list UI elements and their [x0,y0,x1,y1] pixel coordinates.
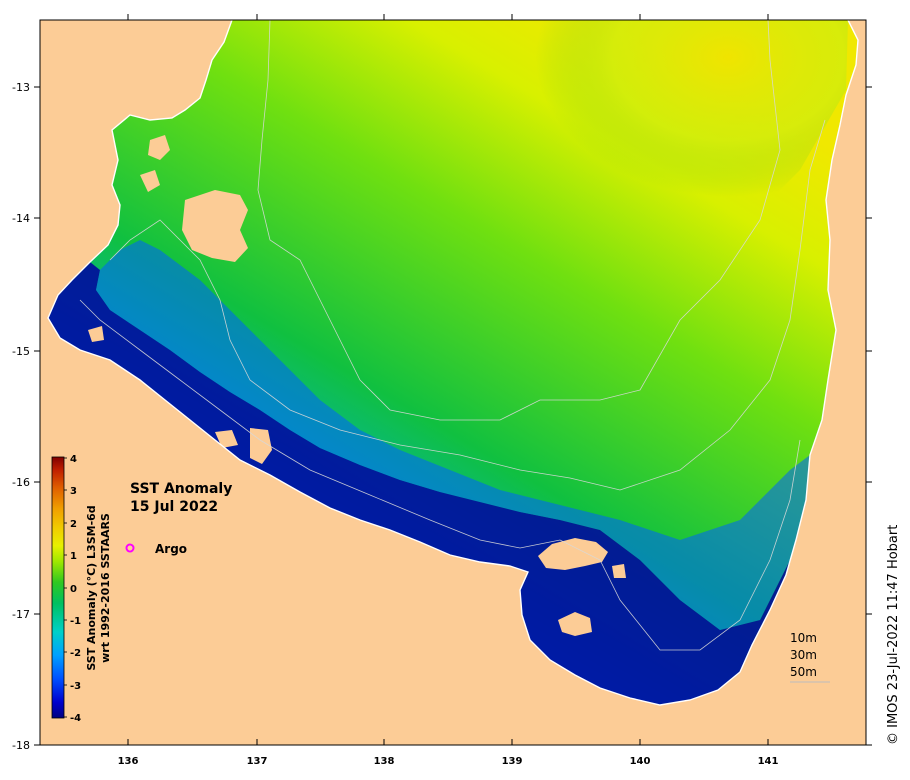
depth-legend-10m: 10m [790,631,817,645]
y-tick-label: -14 [12,212,30,225]
x-tick-label: 139 [502,756,523,767]
colorbar-label: -3 [70,681,81,692]
colorbar-label: 1 [70,551,77,562]
island-bay-2 [612,564,626,578]
y-tick-label: -18 [12,739,30,752]
y-tick-label: -15 [12,345,30,358]
x-tick-label: 136 [118,756,139,767]
x-tick-label: 140 [630,756,651,767]
map-date: 15 Jul 2022 [130,499,218,515]
y-tick-label: -17 [12,608,30,621]
map-title: SST Anomaly [130,481,232,497]
colorbar-label: -4 [70,713,81,724]
x-tick-label: 138 [374,756,395,767]
argo-legend-label: Argo [155,542,187,556]
sst-anomaly-map: 136 137 138 139 140 141 -13 -14 -15 -16 … [12,14,901,767]
colorbar-title-line2: wrt 1992-2016 SSTAARS [99,513,112,663]
credit-text: © IMOS 23-Jul-2022 11:47 Hobart [886,525,901,745]
y-tick-label: -13 [12,81,30,94]
x-tick-label: 141 [758,756,779,767]
colorbar-label: 4 [70,454,77,465]
colorbar-label: 0 [70,584,77,595]
colorbar-label: 3 [70,486,77,497]
colorbar [51,456,65,719]
colorbar-label: 2 [70,519,77,530]
y-tick-label: -16 [12,476,30,489]
depth-legend-30m: 30m [790,648,817,662]
depth-legend-50m: 50m [790,665,817,679]
x-tick-label: 137 [247,756,268,767]
colorbar-label: -1 [70,616,81,627]
colorbar-title-line1: SST Anomaly (°C) L3SM-6d [85,505,98,670]
colorbar-label: -2 [70,648,81,659]
